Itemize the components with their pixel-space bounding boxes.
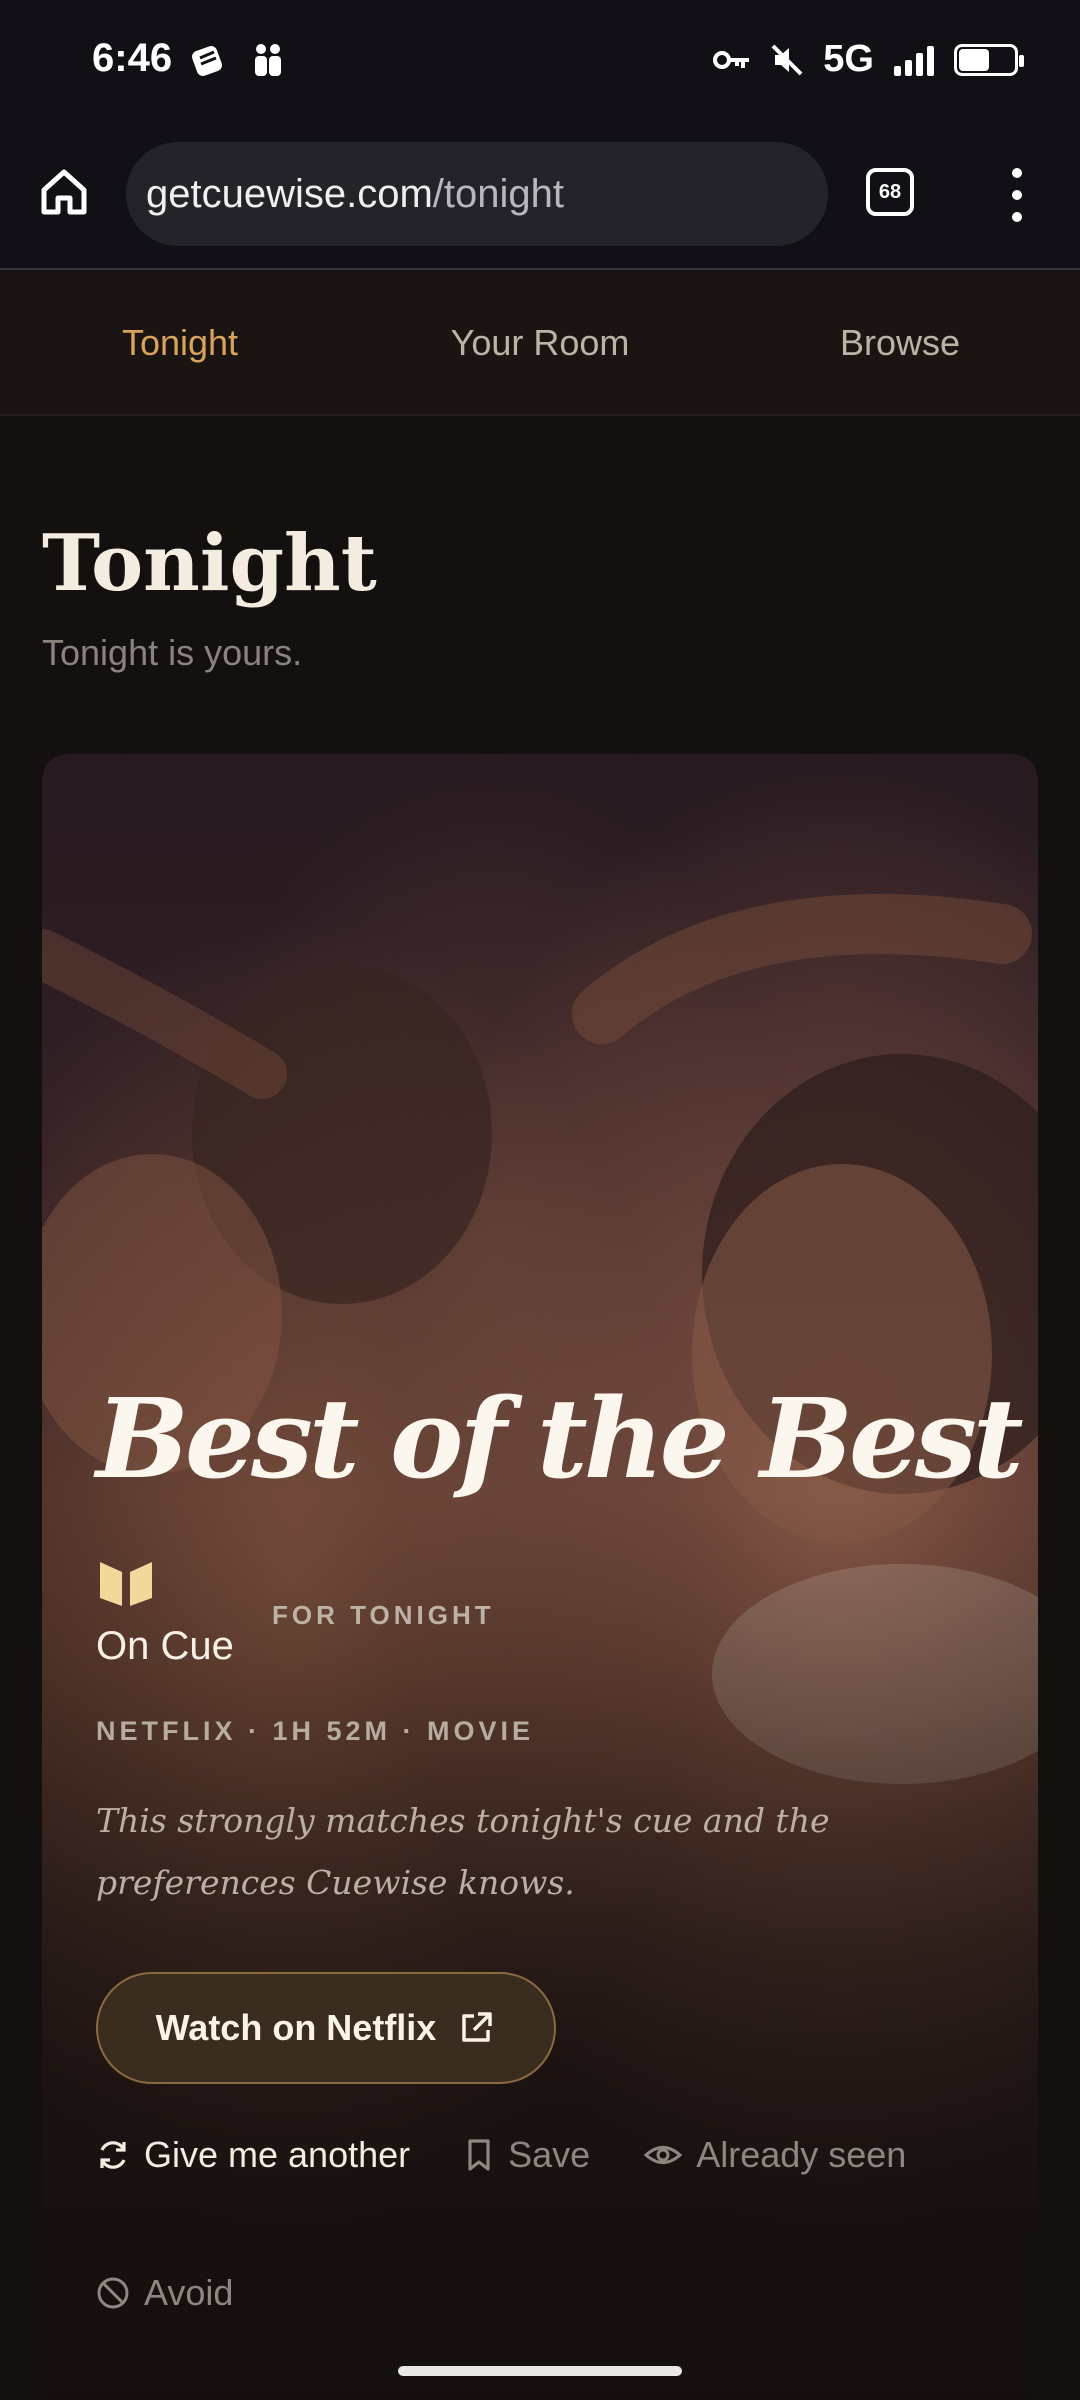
battery-icon (954, 43, 1024, 76)
block-icon (97, 2277, 129, 2309)
tab-switcher-button[interactable]: 68 (866, 168, 914, 216)
status-notification-icons (190, 40, 288, 80)
address-bar[interactable]: getcuewise.com/tonight (126, 142, 828, 246)
already-seen-label: Already seen (696, 2134, 907, 2175)
avoid-label: Avoid (144, 2272, 234, 2313)
refresh-icon (100, 2141, 126, 2169)
site-nav: Tonight Your Room Browse (0, 272, 1080, 416)
save-button[interactable]: Save (464, 2134, 590, 2176)
card-actions: Give me another Save Already seen (96, 2134, 960, 2176)
already-seen-button[interactable]: Already seen (644, 2134, 906, 2176)
recommendation-card: Best of the Best On Cue FOR TONIGHT NETF… (42, 754, 1038, 2400)
url-host: getcuewise.com (146, 171, 433, 216)
movie-meta: NETFLIX · 1H 52M · MOVIE (96, 1716, 535, 1746)
give-me-another-label: Give me another (144, 2134, 411, 2175)
watch-button-label: Watch on Netflix (155, 2007, 437, 2048)
avoid-button[interactable]: Avoid (96, 2272, 233, 2314)
on-cue-icon (100, 1562, 152, 1606)
match-description: This strongly matches tonight's cue and … (96, 1801, 830, 1902)
for-tonight-tag: FOR TONIGHT (272, 1600, 495, 1630)
people-icon (255, 44, 281, 76)
give-me-another-button[interactable]: Give me another (96, 2134, 410, 2176)
gesture-bar[interactable] (398, 2366, 682, 2376)
on-cue-badge: On Cue (96, 1624, 234, 1668)
status-time: 6:46 (92, 36, 173, 80)
bookmark-icon (468, 2139, 490, 2171)
movie-title: Best of the Best (96, 1374, 1024, 1503)
status-system-icons: 5G (713, 38, 1024, 81)
watch-on-netflix-button[interactable]: Watch on Netflix (96, 1972, 556, 2084)
eye-icon (644, 2146, 683, 2164)
nav-tab-browse[interactable]: Browse (720, 272, 1080, 414)
vpn-key-icon (713, 50, 750, 69)
nav-tab-your-room[interactable]: Your Room (360, 272, 720, 414)
network-type: 5G (823, 38, 874, 80)
status-bar: 6:46 5G (0, 0, 1080, 128)
browser-menu-icon[interactable] (1006, 168, 1028, 222)
mute-icon (771, 44, 803, 75)
signal-icon (894, 45, 934, 76)
page-title: Tonight (42, 518, 377, 609)
notification-app-icon (192, 46, 222, 76)
page-subtitle: Tonight is yours. (42, 632, 303, 673)
external-link-icon (462, 2012, 493, 2042)
url-path: /tonight (432, 171, 565, 216)
browser-toolbar: getcuewise.com/tonight 68 (0, 128, 1080, 270)
nav-tab-tonight[interactable]: Tonight (0, 272, 360, 414)
home-icon[interactable] (38, 166, 90, 218)
save-label: Save (508, 2134, 591, 2175)
